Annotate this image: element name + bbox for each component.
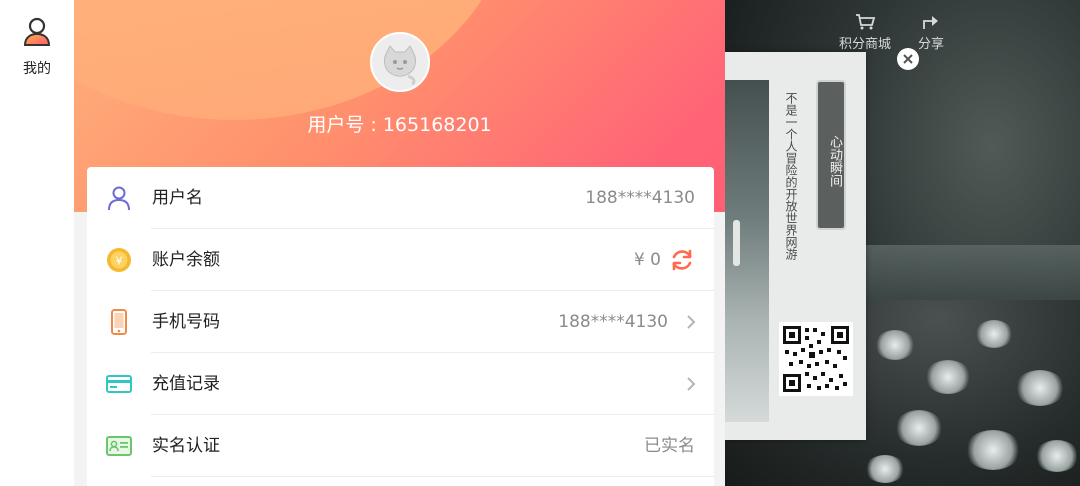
coin-icon: ¥ [105,246,133,274]
points-mall-label: 积分商城 [838,37,891,52]
flower [965,430,1021,470]
row-label: 账户余额 [152,250,220,270]
refresh-icon[interactable] [669,247,695,273]
share-label: 分享 [917,37,944,52]
row-balance[interactable]: ¥ 账户余额 ¥ 0 [87,229,714,291]
avatar[interactable] [370,32,430,92]
row-phone[interactable]: 手机号码 188****4130 [87,291,714,353]
account-info-card: 用户名 188****4130 ¥ 账户余额 ¥ 0 手机号码 188****4… [87,167,714,486]
row-label: 用户名 [152,188,203,208]
banner-decoration [74,0,514,120]
chevron-right-icon [685,313,697,331]
left-rail: 我的 [0,0,74,486]
chevron-right-icon [685,375,697,393]
divider [151,476,714,477]
account-panel: 用户号 : 165168201 用户名 188****4130 ¥ 账户余额 ¥… [74,0,725,486]
id-card-icon [105,432,133,460]
row-username[interactable]: 用户名 188****4130 [87,167,714,229]
promo-picture [725,80,769,422]
row-value: 已实名 [644,436,695,456]
row-label: 实名认证 [152,436,220,456]
flower [875,330,915,360]
row-recharge-records[interactable]: 充值记录 [87,353,714,415]
flower [1015,370,1065,406]
svg-text:¥: ¥ [116,255,123,268]
card-icon [105,370,133,398]
game-scene: 积分商城 分享 不是一个人冒险的开放世界网游 心动瞬间 [725,0,1080,486]
scene-water [855,245,1080,305]
close-icon[interactable] [897,48,919,70]
user-id-text: 用户号 : 165168201 [307,114,492,136]
share-icon [923,16,938,29]
phone-icon [105,308,133,336]
flower [865,455,905,483]
cart-icon [856,14,876,30]
qr-code-icon [779,322,853,396]
user-icon[interactable] [23,17,51,47]
points-mall-button[interactable]: 积分商城 [830,13,900,52]
flower [925,360,971,394]
promo-tagline: 不是一个人冒险的开放世界网游 [784,92,798,260]
drag-handle[interactable] [733,220,740,266]
rail-profile-label[interactable]: 我的 [0,58,74,78]
row-real-name[interactable]: 实名认证 已实名 [87,415,714,477]
row-value: 188****4130 [585,188,695,208]
share-button[interactable]: 分享 [896,13,966,52]
user-outline-icon [105,184,133,212]
promo-title: 心动瞬间 [816,80,846,230]
row-value: 188****4130 [558,312,668,332]
promo-scroll: 不是一个人冒险的开放世界网游 心动瞬间 [725,52,866,440]
flower [975,320,1013,348]
flower [895,410,943,446]
balance-value: ¥ 0 [633,250,661,270]
row-label: 手机号码 [152,312,220,332]
row-label: 充值记录 [152,374,220,394]
flower [1035,440,1079,472]
cat-avatar-icon [372,34,428,90]
